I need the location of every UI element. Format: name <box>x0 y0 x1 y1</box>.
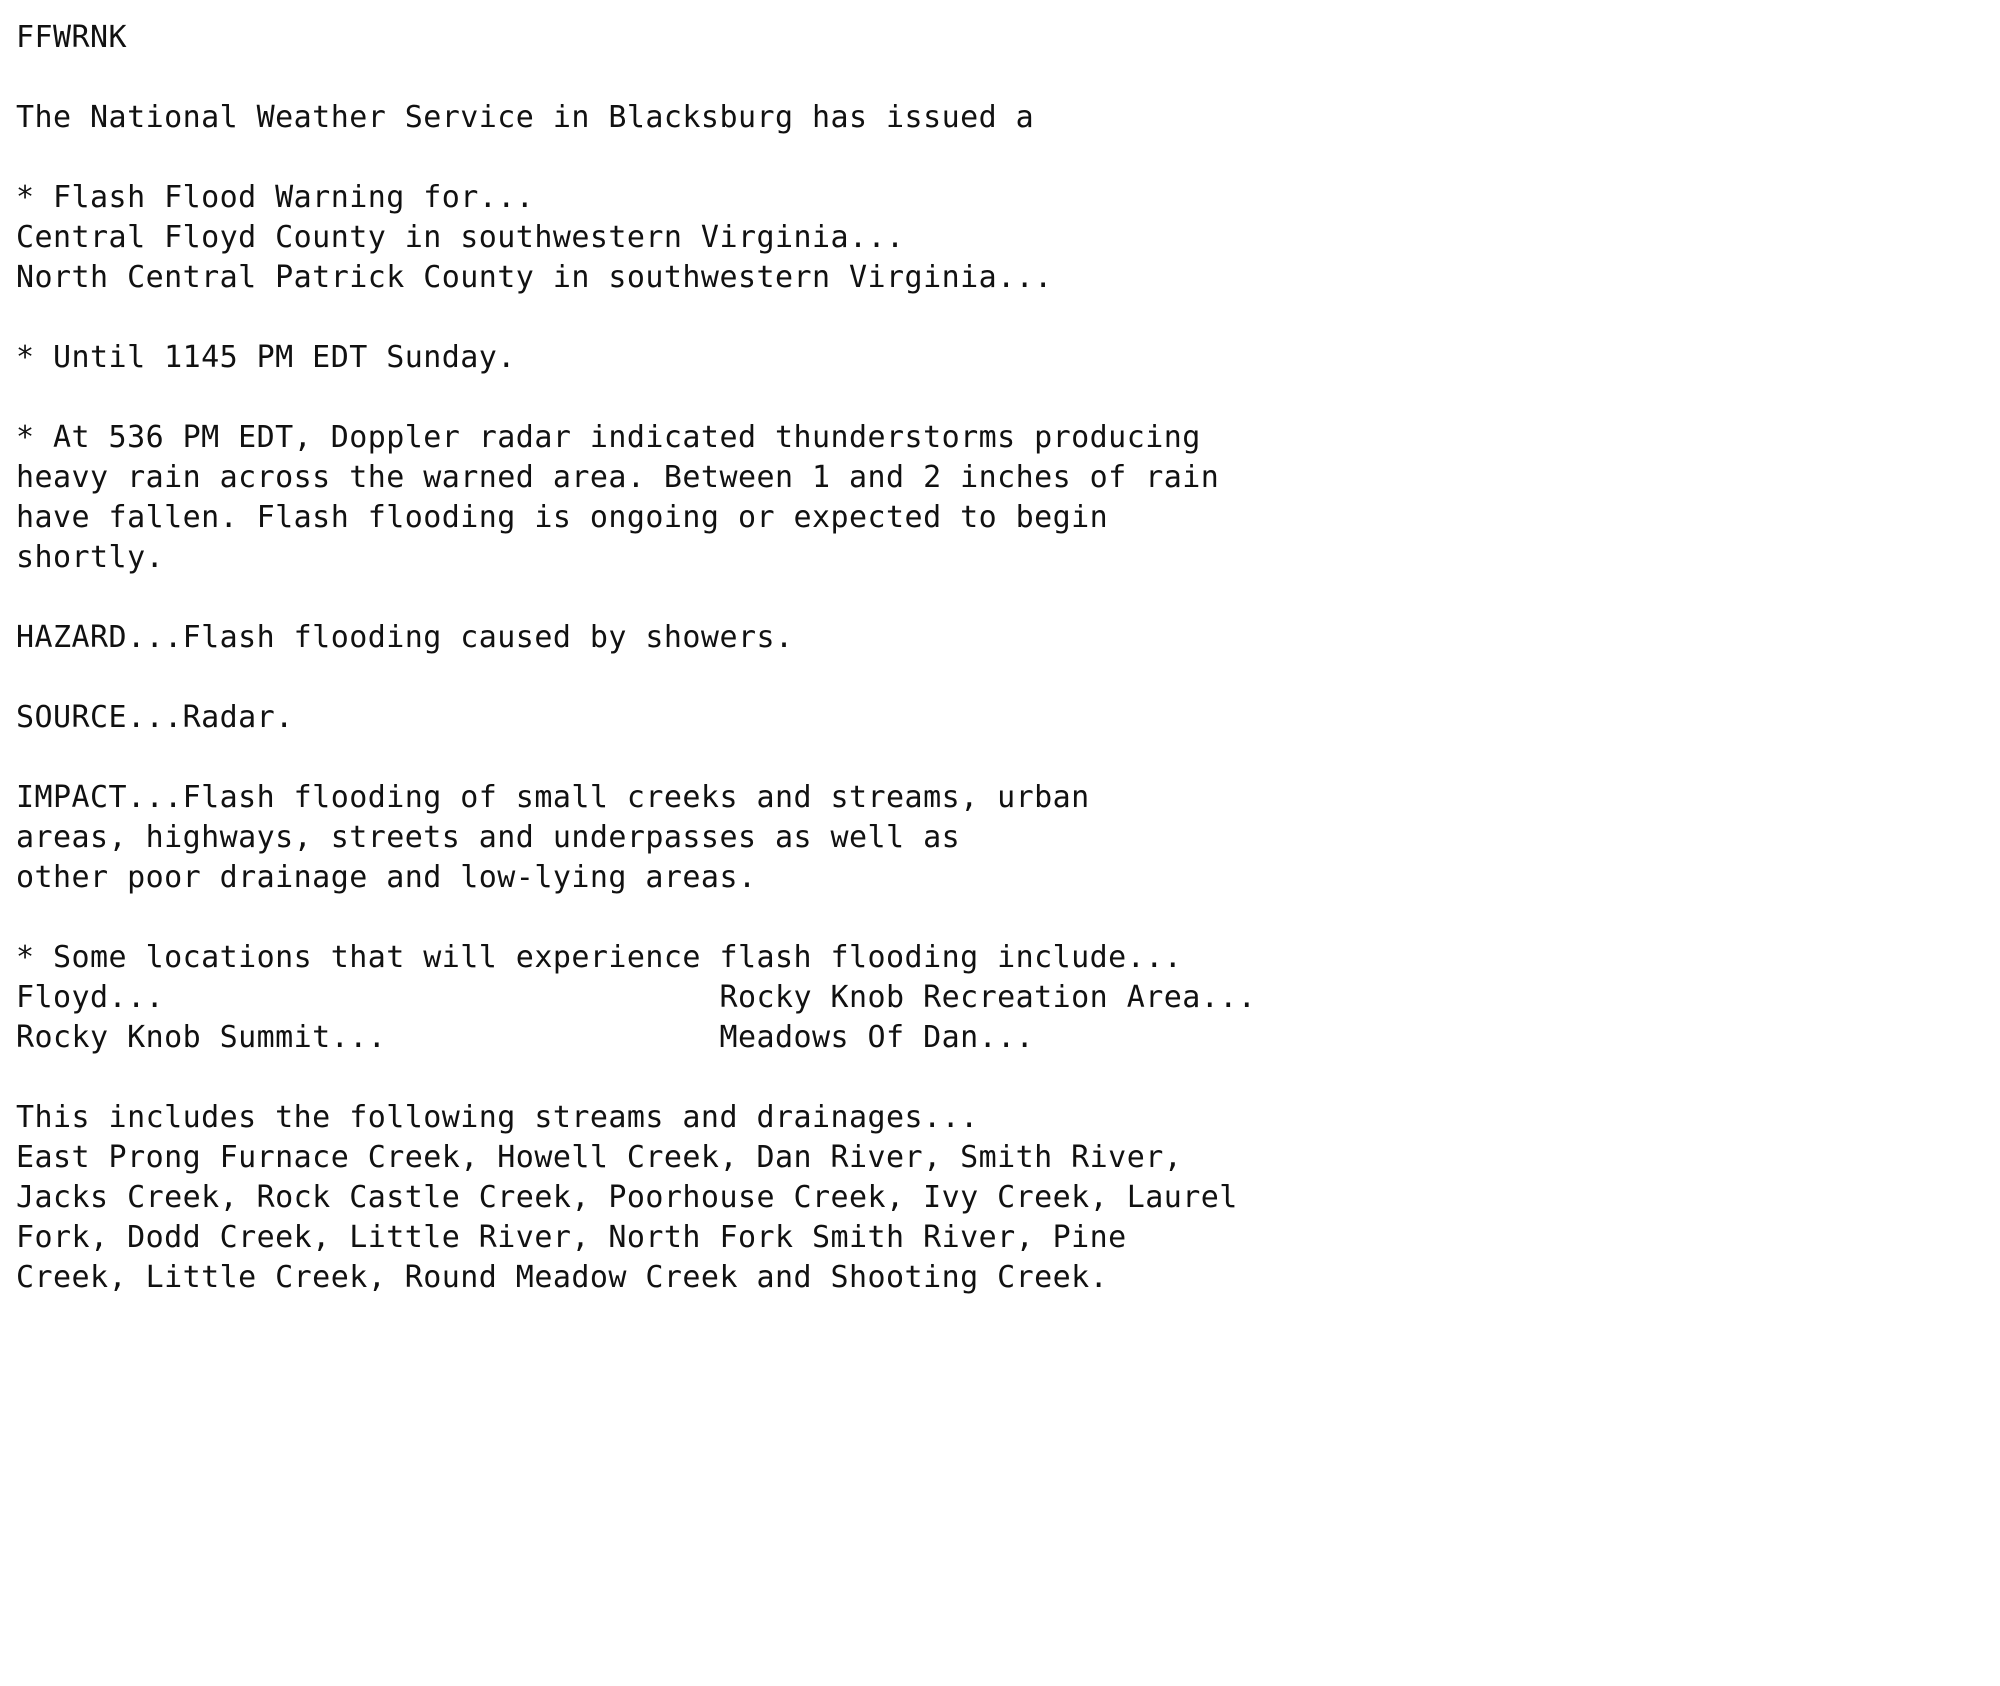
weather-warning-text-product: FFWRNK The National Weather Service in B… <box>16 18 1984 1298</box>
impact-line: areas, highways, streets and underpasses… <box>16 820 961 855</box>
expiration-line: * Until 1145 PM EDT Sunday. <box>16 340 516 375</box>
county-line: North Central Patrick County in southwes… <box>16 260 1053 295</box>
impact-line: IMPACT...Flash flooding of small creeks … <box>16 780 1090 815</box>
locations-header: * Some locations that will experience fl… <box>16 940 1183 975</box>
issuing-office-line: The National Weather Service in Blacksbu… <box>16 100 1035 135</box>
product-id-line: FFWRNK <box>16 20 128 55</box>
discussion-line: have fallen. Flash flooding is ongoing o… <box>16 500 1109 535</box>
county-line: Central Floyd County in southwestern Vir… <box>16 220 905 255</box>
impact-line: other poor drainage and low-lying areas. <box>16 860 757 895</box>
streams-header: This includes the following streams and … <box>16 1100 979 1135</box>
discussion-line: * At 536 PM EDT, Doppler radar indicated… <box>16 420 1201 455</box>
location-row: Rocky Knob Summit... Meadows Of Dan... <box>16 1020 1035 1055</box>
streams-line: East Prong Furnace Creek, Howell Creek, … <box>16 1140 1183 1175</box>
discussion-line: shortly. <box>16 540 165 575</box>
source-line: SOURCE...Radar. <box>16 700 294 735</box>
streams-line: Creek, Little Creek, Round Meadow Creek … <box>16 1260 1109 1295</box>
streams-line: Fork, Dodd Creek, Little River, North Fo… <box>16 1220 1127 1255</box>
warning-for-header: * Flash Flood Warning for... <box>16 180 535 215</box>
hazard-line: HAZARD...Flash flooding caused by shower… <box>16 620 794 655</box>
discussion-line: heavy rain across the warned area. Betwe… <box>16 460 1220 495</box>
streams-line: Jacks Creek, Rock Castle Creek, Poorhous… <box>16 1180 1238 1215</box>
location-row: Floyd... Rocky Knob Recreation Area... <box>16 980 1257 1015</box>
